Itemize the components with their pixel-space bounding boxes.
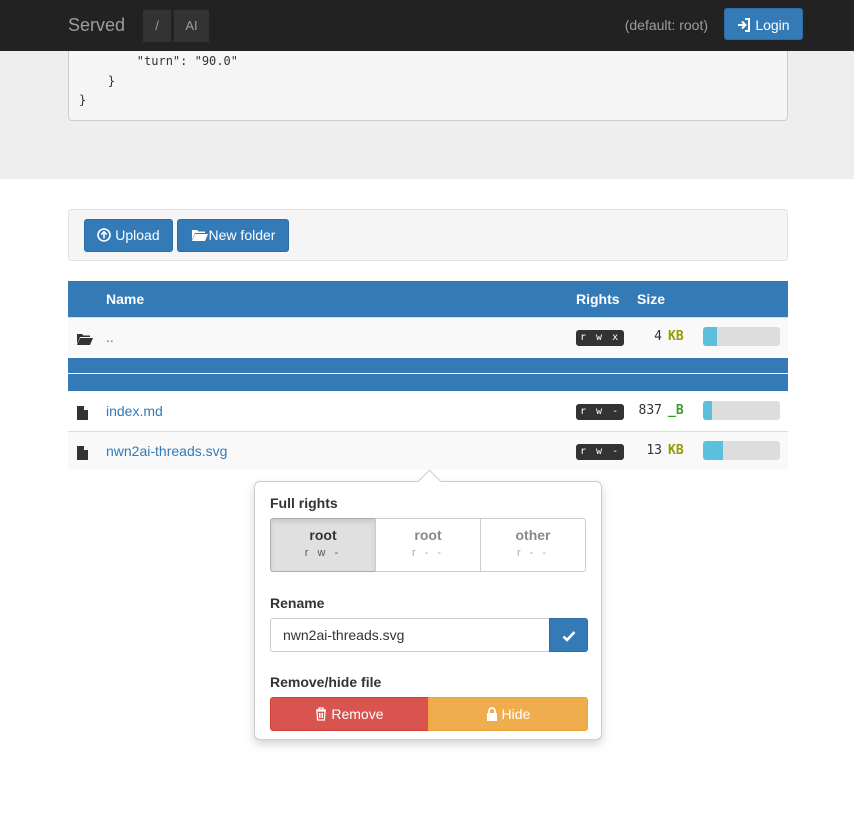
size-unit: KB: [668, 443, 684, 458]
file-size: 837: [638, 403, 662, 418]
rights-group-name: root: [414, 527, 442, 543]
sign-in-icon: [738, 18, 751, 33]
trash-icon: [316, 707, 327, 721]
popover-arrow: [417, 469, 442, 494]
rename-input[interactable]: [270, 618, 550, 652]
code-line: "turn": "90.0": [79, 54, 238, 68]
toolbar: Upload New folder: [68, 209, 788, 261]
upload-label: Upload: [115, 227, 160, 243]
column-rights[interactable]: Rights: [576, 291, 620, 307]
rights-toggle-group: root r w - root r - - other r - -: [270, 518, 588, 572]
upload-button[interactable]: Upload: [84, 219, 173, 252]
size-unit: KB: [668, 329, 684, 344]
file-link[interactable]: ..: [106, 329, 114, 345]
size-bar: [703, 441, 780, 460]
remove-title: Remove/hide file: [270, 674, 382, 690]
file-size: 4: [654, 329, 662, 344]
size-bar-fill: [703, 441, 724, 460]
new-folder-label: New folder: [208, 227, 276, 243]
login-label: Login: [755, 17, 790, 33]
file-icon: [77, 404, 88, 421]
check-icon: [562, 631, 575, 643]
section-separator: [68, 358, 788, 391]
file-table-header: Name Rights Size: [68, 281, 788, 317]
rights-group-button[interactable]: root r - -: [375, 518, 481, 572]
lock-icon: [486, 706, 497, 721]
default-user-label: (default: root): [624, 17, 708, 33]
rename-title: Rename: [270, 595, 325, 611]
code-line: }: [79, 93, 87, 107]
file-icon: [77, 444, 88, 461]
file-link[interactable]: index.md: [106, 403, 163, 419]
rights-group-perm: r - -: [411, 547, 445, 559]
remove-label: Remove: [331, 706, 384, 722]
folder-open-icon: [76, 330, 94, 346]
new-folder-button[interactable]: New folder: [177, 219, 289, 252]
table-row[interactable]: nwn2ai-threads.svg r w - 13 KB: [68, 431, 788, 470]
table-row[interactable]: index.md r w - 837 _B: [68, 392, 788, 431]
column-size[interactable]: Size: [637, 291, 665, 307]
file-size: 13: [646, 443, 662, 458]
rights-other-name: other: [515, 527, 551, 543]
code-block: "turn": "90.0" } }: [68, 51, 788, 121]
remove-button[interactable]: Remove: [270, 697, 429, 731]
size-bar-fill: [703, 327, 717, 346]
breadcrumb-ai[interactable]: AI: [174, 10, 209, 42]
rights-owner-button[interactable]: root r w -: [270, 518, 376, 572]
table-row[interactable]: .. r w x 4 KB: [68, 317, 788, 356]
folder-open-icon: [191, 230, 208, 242]
hide-button[interactable]: Hide: [428, 697, 588, 731]
rights-other-perm: r - -: [516, 547, 550, 559]
rights-badge: r w -: [576, 444, 625, 460]
code-line: }: [79, 73, 116, 88]
rename-confirm-button[interactable]: [549, 618, 588, 652]
rights-badge: r w x: [576, 330, 625, 346]
breadcrumb-root[interactable]: /: [143, 10, 171, 42]
rights-owner-perm: r w -: [304, 547, 342, 559]
rights-badge: r w -: [576, 404, 625, 420]
size-bar: [703, 327, 780, 346]
rights-title: Full rights: [270, 495, 338, 511]
size-unit: _B: [668, 403, 684, 418]
file-link[interactable]: nwn2ai-threads.svg: [106, 443, 227, 459]
rights-owner-name: root: [309, 527, 337, 543]
column-name[interactable]: Name: [106, 291, 144, 307]
hide-label: Hide: [501, 706, 531, 722]
rights-other-button[interactable]: other r - -: [480, 518, 586, 572]
brand[interactable]: Served: [68, 15, 125, 36]
login-button[interactable]: Login: [724, 8, 803, 40]
upload-circle-icon: [97, 228, 112, 243]
size-bar: [703, 401, 780, 420]
navbar: Served / AI (default: root) Login: [0, 0, 854, 52]
size-bar-fill: [703, 401, 713, 420]
file-options-popover: Full rights root r w - root r - - other …: [254, 469, 602, 740]
